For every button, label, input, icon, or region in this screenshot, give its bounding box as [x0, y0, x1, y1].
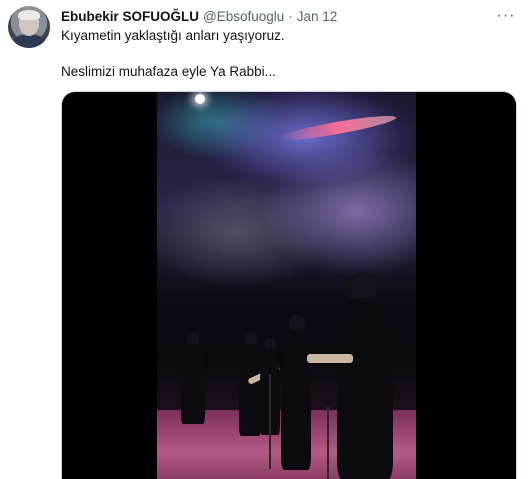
- performer: [281, 330, 311, 470]
- avatar-hair: [18, 10, 40, 20]
- tweet[interactable]: Ebubekir SOFUOĞLU @Ebsofuoglu · Jan 12 ·…: [0, 0, 529, 479]
- separator-dot: ·: [288, 8, 293, 24]
- author-handle[interactable]: @Ebsofuoglu: [203, 9, 284, 24]
- video-frame: [157, 92, 416, 479]
- performer: [181, 344, 205, 424]
- avatar[interactable]: [8, 6, 50, 48]
- light-beam: [276, 111, 398, 145]
- avatar-body: [12, 34, 46, 48]
- tweet-header: Ebubekir SOFUOĞLU @Ebsofuoglu · Jan 12: [61, 7, 337, 25]
- performer: [239, 344, 261, 436]
- mic-stand: [327, 407, 329, 479]
- author-name[interactable]: Ebubekir SOFUOĞLU: [61, 9, 199, 24]
- more-horizontal-icon[interactable]: ···: [497, 7, 515, 25]
- performer: [337, 298, 393, 479]
- stage-light: [195, 94, 205, 104]
- oud: [307, 354, 353, 363]
- tweet-text: Kıyametin yaklaştığı anları yaşıyoruz. N…: [61, 28, 285, 79]
- tweet-date[interactable]: Jan 12: [297, 9, 338, 24]
- mic-stand: [269, 374, 271, 469]
- tweet-video[interactable]: [61, 91, 517, 479]
